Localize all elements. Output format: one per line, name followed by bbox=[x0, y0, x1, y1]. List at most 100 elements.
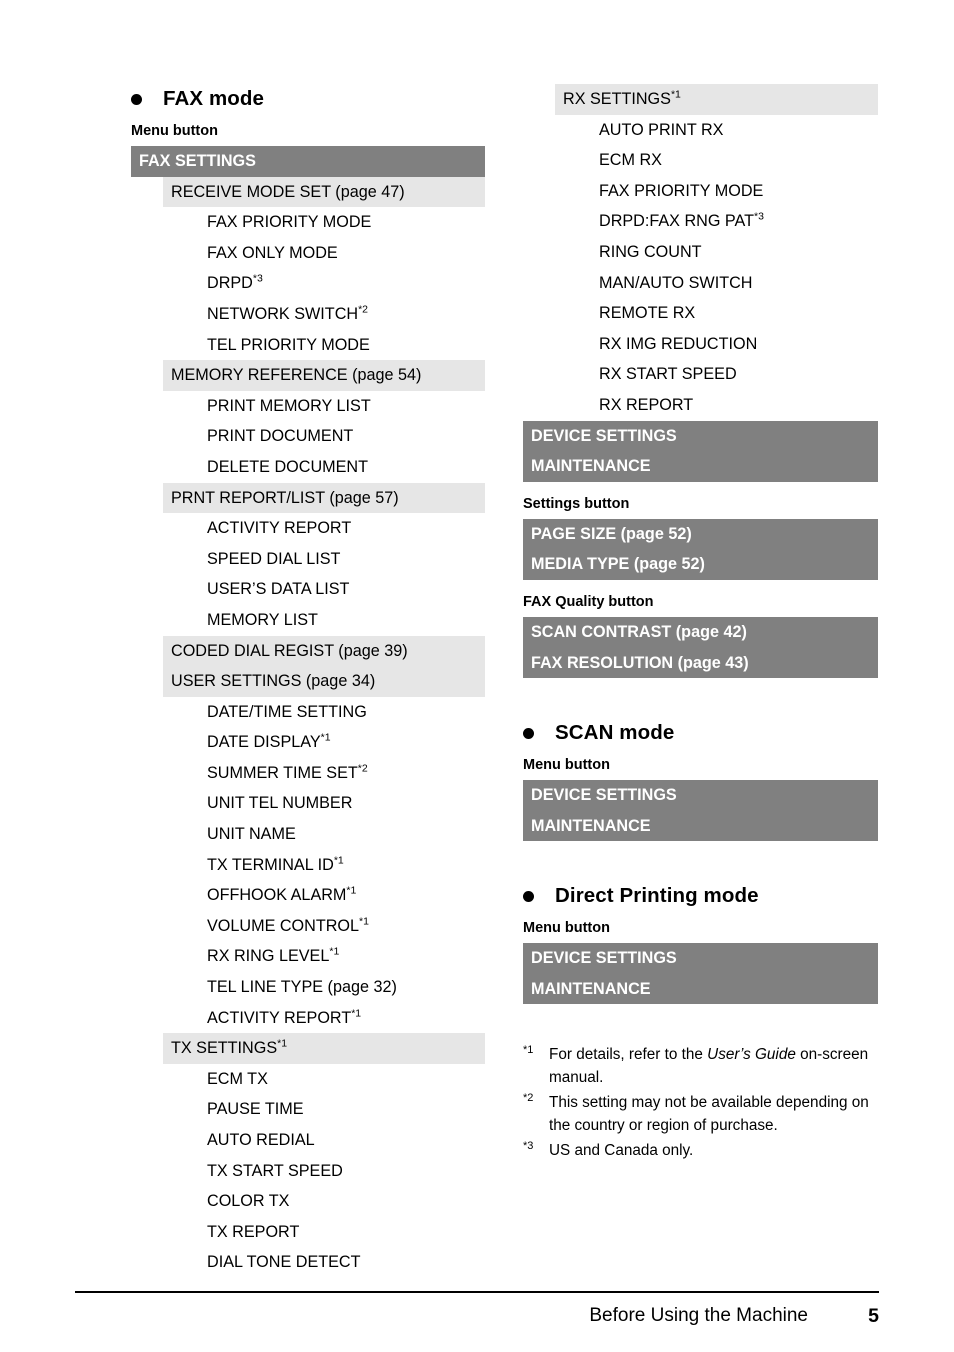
footer-divider bbox=[75, 1291, 879, 1293]
menu-item-label: DEVICE SETTINGS bbox=[531, 426, 677, 445]
menu-item-label: DRPD bbox=[207, 274, 253, 293]
menu-item-rx-ring-level[interactable]: RX RING LEVEL*1 bbox=[203, 941, 485, 972]
menu-item-fax-settings[interactable]: FAX SETTINGS bbox=[131, 146, 485, 177]
menu-item-label: DELETE DOCUMENT bbox=[207, 457, 368, 476]
menu-item-drpd[interactable]: DRPD*3 bbox=[203, 268, 485, 299]
menu-item-label: PRNT REPORT/LIST (page 57) bbox=[171, 488, 399, 507]
fax-menu-button-label: Menu button bbox=[131, 123, 218, 139]
menu-item-ecm-tx[interactable]: ECM TX bbox=[203, 1064, 485, 1095]
menu-item-memory-reference[interactable]: MEMORY REFERENCE (page 54) bbox=[163, 360, 485, 391]
footnote-marker: *1 bbox=[346, 884, 357, 897]
menu-item-ecm-rx[interactable]: ECM RX bbox=[595, 145, 878, 176]
menu-item-tx-settings[interactable]: TX SETTINGS*1 bbox=[163, 1033, 485, 1064]
menu-item-tx-start-speed[interactable]: TX START SPEED bbox=[203, 1156, 485, 1187]
menu-item-network-switch[interactable]: NETWORK SWITCH*2 bbox=[203, 299, 485, 330]
menu-item-memory-list[interactable]: MEMORY LIST bbox=[203, 605, 485, 636]
menu-item-label: SPEED DIAL LIST bbox=[207, 549, 341, 568]
menu-item-label: FAX PRIORITY MODE bbox=[207, 213, 372, 232]
menu-item-users-data-list[interactable]: USER’S DATA LIST bbox=[203, 574, 485, 605]
menu-item-remote-rx[interactable]: REMOTE RX bbox=[595, 298, 878, 329]
menu-item-tel-priority-mode[interactable]: TEL PRIORITY MODE bbox=[203, 330, 485, 361]
menu-item-label: COLOR TX bbox=[207, 1192, 290, 1211]
menu-item-scan-contrast[interactable]: SCAN CONTRAST (page 42) bbox=[523, 616, 878, 648]
menu-item-media-type[interactable]: MEDIA TYPE (page 52) bbox=[523, 549, 878, 580]
footnote-marker-2: *2 bbox=[523, 1091, 534, 1104]
menu-item-fax-priority-mode[interactable]: FAX PRIORITY MODE bbox=[203, 207, 485, 238]
menu-item-activity-report[interactable]: ACTIVITY REPORT bbox=[203, 513, 485, 544]
menu-item-speed-dial-list[interactable]: SPEED DIAL LIST bbox=[203, 544, 485, 575]
menu-item-date-time-setting[interactable]: DATE/TIME SETTING bbox=[203, 697, 485, 728]
menu-item-maintenance-direct-printing[interactable]: MAINTENANCE bbox=[523, 973, 878, 1005]
menu-item-label: TX REPORT bbox=[207, 1222, 300, 1241]
menu-item-fax-resolution[interactable]: FAX RESOLUTION (page 43) bbox=[523, 647, 878, 679]
menu-item-label: MAINTENANCE bbox=[531, 979, 651, 998]
menu-item-summer-time-set[interactable]: SUMMER TIME SET*2 bbox=[203, 758, 485, 789]
menu-item-label: USER’S DATA LIST bbox=[207, 580, 350, 599]
bullet-icon bbox=[523, 890, 534, 902]
menu-item-auto-redial[interactable]: AUTO REDIAL bbox=[203, 1125, 485, 1156]
footnote-italic-1: User’s Guide bbox=[707, 1046, 796, 1063]
menu-item-man-auto-switch[interactable]: MAN/AUTO SWITCH bbox=[595, 268, 878, 299]
menu-item-rx-img-reduction[interactable]: RX IMG REDUCTION bbox=[595, 329, 878, 360]
menu-item-rx-start-speed[interactable]: RX START SPEED bbox=[595, 359, 878, 390]
menu-item-coded-dial-regist[interactable]: CODED DIAL REGIST (page 39) bbox=[163, 635, 485, 667]
menu-item-unit-tel-number[interactable]: UNIT TEL NUMBER bbox=[203, 788, 485, 819]
menu-item-tel-line-type[interactable]: TEL LINE TYPE (page 32) bbox=[203, 972, 485, 1003]
menu-item-rx-report[interactable]: RX REPORT bbox=[595, 390, 878, 421]
menu-item-pause-time[interactable]: PAUSE TIME bbox=[203, 1094, 485, 1125]
menu-item-date-display[interactable]: DATE DISPLAY*1 bbox=[203, 727, 485, 758]
menu-item-auto-print-rx[interactable]: AUTO PRINT RX bbox=[595, 115, 878, 146]
menu-item-receive-mode-set[interactable]: RECEIVE MODE SET (page 47) bbox=[163, 176, 485, 208]
menu-item-label: MEDIA TYPE (page 52) bbox=[531, 555, 705, 574]
menu-item-page-size[interactable]: PAGE SIZE (page 52) bbox=[523, 518, 878, 550]
menu-item-maintenance-fax[interactable]: MAINTENANCE bbox=[523, 451, 878, 482]
menu-item-rx-settings[interactable]: RX SETTINGS*1 bbox=[555, 84, 878, 115]
menu-item-tx-terminal-id[interactable]: TX TERMINAL ID*1 bbox=[203, 850, 485, 881]
footnote-marker: *1 bbox=[320, 731, 331, 744]
menu-item-print-document[interactable]: PRINT DOCUMENT bbox=[203, 421, 485, 452]
menu-item-label: RX RING LEVEL bbox=[207, 947, 330, 966]
footnote-text-1: For details, refer to the User’s Guide o… bbox=[549, 1046, 869, 1087]
footnote-marker: *2 bbox=[358, 303, 369, 316]
menu-item-fax-only-mode[interactable]: FAX ONLY MODE bbox=[203, 238, 485, 269]
footnote-marker-3: *3 bbox=[523, 1139, 534, 1152]
menu-item-label: PRINT DOCUMENT bbox=[207, 427, 354, 446]
footer-title: Before Using the Machine bbox=[589, 1305, 808, 1326]
menu-item-label: TX SETTINGS bbox=[171, 1039, 278, 1058]
menu-item-drpd-fax-rng-pat[interactable]: DRPD:FAX RNG PAT*3 bbox=[595, 206, 878, 237]
menu-item-label: MAN/AUTO SWITCH bbox=[599, 273, 753, 292]
menu-item-print-memory-list[interactable]: PRINT MEMORY LIST bbox=[203, 391, 485, 422]
menu-item-device-settings-fax[interactable]: DEVICE SETTINGS bbox=[523, 420, 878, 452]
menu-item-volume-control[interactable]: VOLUME CONTROL*1 bbox=[203, 911, 485, 942]
menu-item-delete-document[interactable]: DELETE DOCUMENT bbox=[203, 452, 485, 483]
menu-item-label: DEVICE SETTINGS bbox=[531, 786, 677, 805]
menu-item-label: RX REPORT bbox=[599, 395, 694, 414]
menu-item-unit-name[interactable]: UNIT NAME bbox=[203, 819, 485, 850]
menu-item-fax-priority-mode-rx[interactable]: FAX PRIORITY MODE bbox=[595, 176, 878, 207]
menu-item-device-settings-direct-printing[interactable]: DEVICE SETTINGS bbox=[523, 943, 878, 974]
menu-item-label: FAX SETTINGS bbox=[139, 152, 256, 170]
menu-item-label: AUTO REDIAL bbox=[207, 1131, 315, 1149]
menu-item-label: ECM TX bbox=[207, 1069, 268, 1088]
menu-item-user-settings[interactable]: USER SETTINGS (page 34) bbox=[163, 666, 485, 697]
menu-item-label: NETWORK SWITCH bbox=[207, 304, 359, 323]
menu-item-tx-report[interactable]: TX REPORT bbox=[203, 1217, 485, 1248]
menu-item-label: RING COUNT bbox=[599, 242, 702, 261]
menu-item-device-settings-scan[interactable]: DEVICE SETTINGS bbox=[523, 780, 878, 811]
menu-item-dial-tone-detect[interactable]: DIAL TONE DETECT bbox=[203, 1247, 485, 1278]
menu-item-label: TX START SPEED bbox=[207, 1161, 343, 1180]
menu-item-label: RX IMG REDUCTION bbox=[599, 334, 758, 353]
menu-item-prnt-report-list[interactable]: PRNT REPORT/LIST (page 57) bbox=[163, 482, 485, 514]
footnote-marker: *1 bbox=[333, 854, 344, 867]
menu-item-label: MAINTENANCE bbox=[531, 457, 651, 476]
menu-item-maintenance-scan[interactable]: MAINTENANCE bbox=[523, 810, 878, 842]
menu-item-ring-count[interactable]: RING COUNT bbox=[595, 237, 878, 268]
menu-item-label: PAUSE TIME bbox=[207, 1100, 304, 1119]
menu-item-label: MEMORY LIST bbox=[207, 610, 318, 629]
menu-item-offhook-alarm[interactable]: OFFHOOK ALARM*1 bbox=[203, 880, 485, 911]
footnote-2: *2 This setting may not be available dep… bbox=[523, 1091, 879, 1138]
menu-item-color-tx[interactable]: COLOR TX bbox=[203, 1186, 485, 1217]
menu-item-activity-report-user[interactable]: ACTIVITY REPORT*1 bbox=[203, 1003, 485, 1034]
